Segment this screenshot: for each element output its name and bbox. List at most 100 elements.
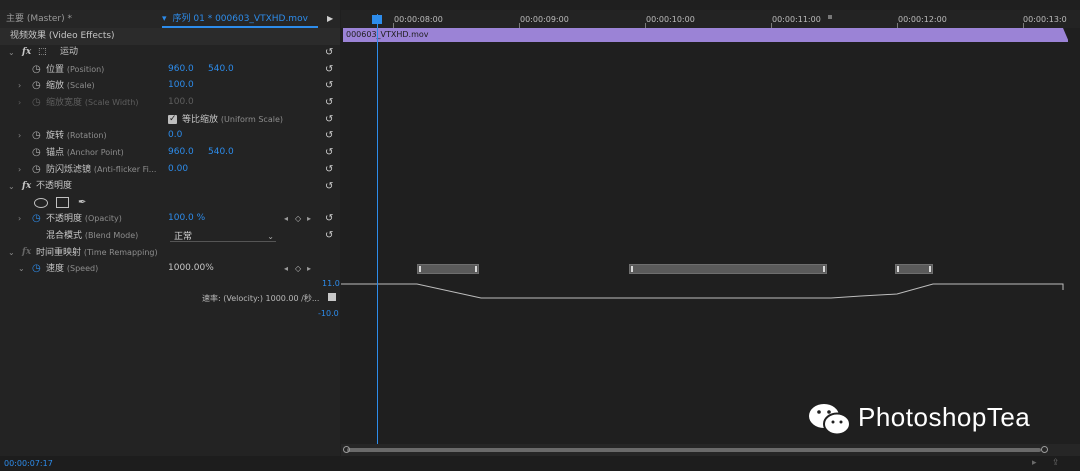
playhead-handle[interactable]: [372, 15, 382, 24]
reset-icon[interactable]: ↺: [325, 161, 333, 178]
position-label-en: (Position): [66, 65, 105, 74]
anchor-x-value[interactable]: 960.0: [168, 144, 194, 161]
stopwatch-icon[interactable]: ◷: [32, 210, 41, 227]
time-ruler[interactable]: 00:00:08:00 00:00:09:00 00:00:10:00 00:0…: [341, 10, 1080, 28]
position-row: ◷ 位置 (Position) 960.0 540.0 ↺: [0, 61, 340, 78]
graph-toggle-icon[interactable]: [328, 293, 336, 301]
position-y-value[interactable]: 540.0: [208, 61, 234, 78]
reset-icon[interactable]: ↺: [325, 77, 333, 94]
scrollbar-end-handle[interactable]: [1041, 446, 1048, 453]
tab-sequence-clip[interactable]: ▾ 序列 01 * 000603_VTXHD.mov: [162, 10, 318, 28]
ruler-tick-label: 00:00:13:0: [1023, 15, 1067, 24]
next-keyframe-icon[interactable]: ▸: [307, 260, 311, 277]
opacity-value[interactable]: 100.0 %: [168, 210, 205, 227]
blend-mode-label: 混合模式: [46, 231, 83, 241]
time-remap-label: 时间重映射: [36, 248, 82, 258]
anchor-y-value[interactable]: 540.0: [208, 144, 234, 161]
stopwatch-icon[interactable]: ◷: [32, 61, 41, 78]
fx-icon[interactable]: fx: [22, 244, 31, 261]
stopwatch-icon[interactable]: ◷: [32, 260, 41, 277]
anchor-point-label: 锚点: [46, 148, 65, 158]
status-bar: 00:00:07:17 ▸ ⇪: [0, 456, 1080, 471]
scrollbar-start-handle[interactable]: [343, 446, 350, 453]
velocity-readout: 速率: (Velocity:) 1000.00 /秒...: [202, 294, 320, 303]
chevron-right-icon[interactable]: ›: [18, 161, 21, 178]
speed-keyframe-bar[interactable]: [629, 264, 827, 274]
effect-controls-panel: 主要 (Master) * 000603_VTXHD.mov ▾ 序列 01 * …: [0, 0, 340, 471]
reset-icon[interactable]: ↺: [325, 61, 333, 78]
ellipse-mask-icon[interactable]: [34, 198, 48, 208]
motion-transform-icon[interactable]: ⬚: [38, 44, 47, 61]
rectangle-mask-icon[interactable]: [56, 197, 69, 208]
reset-icon[interactable]: ↺: [325, 111, 333, 128]
tab-sequence-label: 序列 01 * 000603_VTXHD.mov: [172, 14, 308, 24]
blend-mode-dropdown[interactable]: 正常 ⌄: [170, 229, 276, 242]
uniform-scale-label: 等比缩放: [182, 115, 219, 125]
chevron-down-icon[interactable]: ⌄: [8, 244, 15, 261]
reset-icon[interactable]: ↺: [325, 178, 333, 195]
uniform-scale-row: ✓ 等比缩放 (Uniform Scale) ↺: [0, 111, 340, 128]
fx-icon[interactable]: fx: [22, 44, 31, 61]
export-icon[interactable]: ⇪: [1052, 458, 1060, 468]
chevron-right-icon[interactable]: ›: [18, 127, 21, 144]
stopwatch-icon[interactable]: ◷: [32, 144, 41, 161]
prev-keyframe-icon[interactable]: ◂: [284, 210, 288, 227]
tab-master-clip[interactable]: 主要 (Master) * 000603_VTXHD.mov: [0, 10, 166, 42]
position-label: 位置: [46, 65, 65, 75]
timeline-clip[interactable]: 000603_VTXHD.mov: [343, 28, 1068, 42]
add-keyframe-icon[interactable]: ◇: [295, 210, 301, 227]
scale-value[interactable]: 100.0: [168, 77, 194, 94]
opacity-label-en: (Opacity): [84, 214, 122, 223]
speed-graph[interactable]: [341, 276, 1080, 306]
ruler-tick-label: 00:00:09:00: [520, 15, 569, 24]
pen-mask-icon[interactable]: ✒: [78, 194, 86, 211]
stopwatch-icon[interactable]: ◷: [32, 127, 41, 144]
play-arrow-icon[interactable]: ▶: [327, 14, 333, 23]
blend-mode-value: 正常: [174, 232, 193, 242]
reset-icon[interactable]: ↺: [325, 44, 333, 61]
effect-time-remap-row[interactable]: ⌄ fx 时间重映射 (Time Remapping): [0, 244, 340, 261]
add-keyframe-icon[interactable]: ◇: [295, 260, 301, 277]
anchor-point-row: ◷ 锚点 (Anchor Point) 960.0 540.0 ↺: [0, 144, 340, 161]
scale-width-label: 缩放宽度: [46, 98, 83, 108]
position-x-value[interactable]: 960.0: [168, 61, 194, 78]
anti-flicker-label-en: (Anti-flicker Fi...: [93, 165, 157, 174]
time-remap-label-en: (Time Remapping): [83, 248, 158, 257]
blend-mode-row: 混合模式 (Blend Mode) 正常 ⌄ ↺: [0, 227, 340, 244]
reset-icon[interactable]: ↺: [325, 227, 333, 244]
chevron-right-icon[interactable]: ›: [18, 77, 21, 94]
stopwatch-icon[interactable]: ◷: [32, 161, 41, 178]
reset-icon[interactable]: ↺: [325, 127, 333, 144]
watermark: PhotoshopTea: [806, 398, 1046, 442]
opacity-label: 不透明度: [46, 214, 83, 224]
chevron-right-icon[interactable]: ›: [18, 210, 21, 227]
effect-opacity-row[interactable]: ⌄ fx 不透明度 ↺: [0, 178, 340, 195]
prev-keyframe-icon[interactable]: ◂: [284, 260, 288, 277]
wechat-icon: [809, 404, 851, 436]
chevron-down-icon[interactable]: ⌄: [8, 44, 15, 61]
playhead-line[interactable]: [377, 14, 378, 446]
filter-icon[interactable]: ▸: [1032, 458, 1037, 468]
stopwatch-icon: ◷: [32, 97, 41, 108]
reset-icon[interactable]: ↺: [325, 144, 333, 161]
ruler-tick-label: 00:00:11:00: [772, 15, 821, 24]
effect-motion-row[interactable]: ⌄ fx ⬚ 运动 ↺: [0, 44, 340, 61]
anti-flicker-value[interactable]: 0.00: [168, 161, 188, 178]
fx-icon[interactable]: fx: [22, 178, 31, 195]
reset-icon[interactable]: ↺: [325, 210, 333, 227]
chevron-right-icon: ›: [18, 98, 22, 107]
speed-value[interactable]: 1000.00%: [168, 260, 214, 277]
chevron-down-icon[interactable]: ⌄: [8, 178, 15, 195]
stopwatch-icon[interactable]: ◷: [32, 77, 41, 94]
chevron-down-icon[interactable]: ⌄: [18, 260, 25, 277]
next-keyframe-icon[interactable]: ▸: [307, 210, 311, 227]
current-timecode[interactable]: 00:00:07:17: [4, 459, 53, 468]
reset-icon[interactable]: ↺: [325, 94, 333, 111]
rotation-value[interactable]: 0.0: [168, 127, 182, 144]
speed-keyframe-bar[interactable]: [417, 264, 479, 274]
ruler-tick-label: 00:00:10:00: [646, 15, 695, 24]
speed-label-en: (Speed): [66, 264, 99, 273]
speed-keyframe-bar[interactable]: [895, 264, 933, 274]
scrollbar-thumb[interactable]: [347, 448, 1041, 452]
opacity-effect-label: 不透明度: [36, 181, 73, 191]
